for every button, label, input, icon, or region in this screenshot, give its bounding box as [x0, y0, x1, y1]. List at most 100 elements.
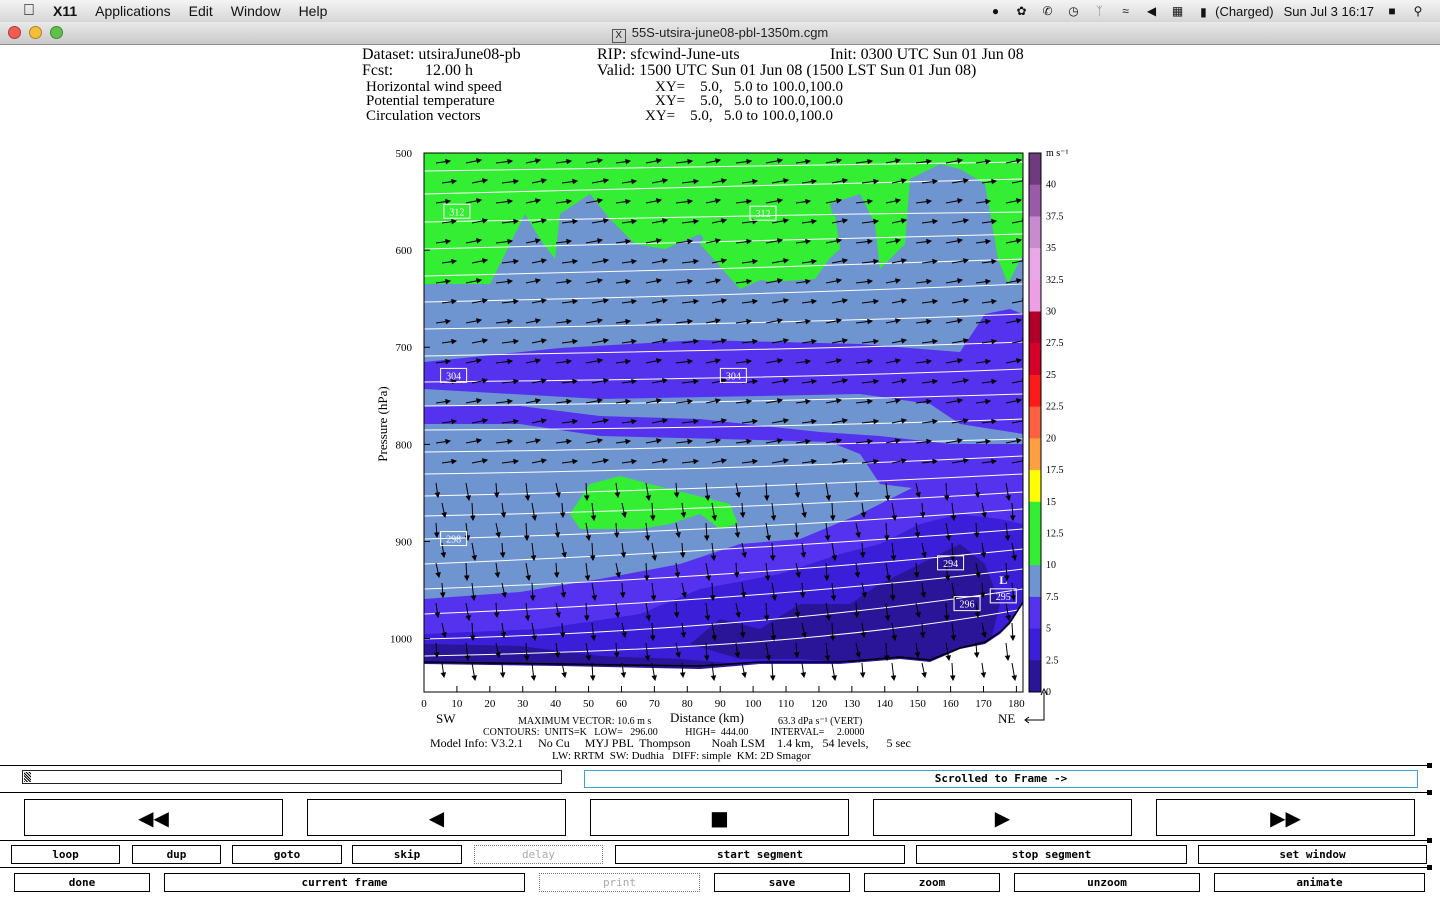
window-titlebar[interactable]: X 55S-utsira-june08-pbl-1350m.cgm	[0, 22, 1440, 45]
print-button[interactable]: print	[539, 873, 700, 892]
delay-button[interactable]: delay	[474, 845, 603, 864]
colorbar-level-label: 12.5	[1046, 528, 1064, 539]
volume-icon[interactable]: ◀	[1143, 4, 1159, 18]
footer-sw: SW	[436, 711, 456, 726]
footer-model-info-2: LW: RRTM SW: Dudhia DIFF: simple KM: 2D …	[552, 750, 811, 762]
header-field-2-xy: XY= 5.0, 5.0 to 100.0,100.0	[655, 93, 843, 109]
colorbar-level-label: 15	[1046, 497, 1056, 508]
colorbar-level-label: 35	[1046, 243, 1056, 254]
header-fcst-value: 12.00 h	[425, 62, 473, 79]
wifi-icon[interactable]: ≈	[1117, 4, 1133, 18]
menu-window[interactable]: Window	[222, 3, 290, 19]
phone-icon[interactable]: ✆	[1039, 4, 1055, 18]
battery-status[interactable]: ▮ (Charged)	[1195, 4, 1273, 19]
x-tick-label: 60	[616, 698, 628, 710]
footer-max-vector: MAXIMUM VECTOR: 10.6 m s	[518, 716, 651, 727]
y-tick-label: 700	[396, 342, 413, 354]
header-field-3: Circulation vectors	[366, 108, 481, 124]
frame-scrollbar-thumb[interactable]	[24, 772, 31, 782]
divider-handle[interactable]	[1427, 838, 1432, 843]
colorbar-swatch	[1029, 311, 1041, 344]
contour-label: 294	[943, 559, 958, 570]
divider-handle[interactable]	[1427, 865, 1432, 870]
colorbar-swatch	[1029, 596, 1041, 630]
stop-segment-button[interactable]: stop segment	[916, 845, 1187, 864]
colorbar-swatch	[1029, 470, 1041, 503]
save-button[interactable]: save	[714, 873, 850, 892]
time-machine-icon[interactable]: ◷	[1065, 4, 1081, 18]
menu-app-x11[interactable]: X11	[44, 3, 86, 19]
colorbar-level-label: 32.5	[1046, 275, 1064, 286]
frame-scrollbar[interactable]	[22, 770, 562, 784]
contour-label: 296	[960, 600, 975, 611]
colorbar-level-label: 25	[1046, 370, 1056, 381]
footer-model-info: Model Info: V3.2.1 No Cu MYJ PBL Thompso…	[430, 736, 911, 750]
set-window-button[interactable]: set window	[1198, 845, 1427, 864]
bluetooth-icon[interactable]: ᛉ	[1091, 4, 1107, 18]
done-button[interactable]: done	[14, 873, 150, 892]
menu-edit[interactable]: Edit	[180, 3, 222, 19]
window-title-text: 55S-utsira-june08-pbl-1350m.cgm	[631, 25, 829, 40]
colorbar-swatch	[1029, 216, 1041, 249]
menubar-clock[interactable]: Sun Jul 3 16:17	[1284, 4, 1374, 19]
fast-forward-button[interactable]: ▶▶	[1156, 799, 1415, 836]
divider-handle[interactable]	[1427, 790, 1432, 795]
start-segment-button[interactable]: start segment	[615, 845, 905, 864]
menu-applications[interactable]: Applications	[86, 3, 180, 19]
divider-mid	[0, 792, 1430, 793]
colorbar-swatch	[1029, 184, 1041, 217]
battery-icon: ▮	[1200, 4, 1207, 19]
x-tick-label: 10	[451, 698, 463, 710]
alien-status-icon[interactable]: ●	[987, 4, 1003, 18]
x-tick-label: 120	[811, 698, 828, 710]
colorbar-swatch	[1029, 153, 1041, 186]
rewind-button[interactable]: ◀◀	[24, 799, 283, 836]
spotlight-search-icon[interactable]: ⚲	[1410, 4, 1426, 18]
colorbar-level-label: 27.5	[1046, 338, 1064, 349]
colorbar-level-label: 2.5	[1046, 655, 1059, 666]
step-back-button[interactable]: ◀	[307, 799, 566, 836]
header-field-2: Potential temperature	[366, 93, 495, 109]
skip-button[interactable]: skip	[352, 845, 462, 864]
x-tick-label: 70	[649, 698, 661, 710]
colorbar-level-label: 40	[1046, 180, 1056, 191]
zoom-button[interactable]: zoom	[864, 873, 1000, 892]
menu-help[interactable]: Help	[290, 3, 337, 19]
footer-ne: NE	[998, 711, 1015, 726]
apple-menu-icon[interactable]: 	[14, 2, 44, 20]
colorbar-level-label: 37.5	[1046, 211, 1064, 222]
stop-button[interactable]: ■	[590, 799, 849, 836]
radio-tower-icon[interactable]: ✿	[1013, 4, 1029, 18]
colorbar-level-label: 20	[1046, 433, 1056, 444]
animate-button[interactable]: animate	[1214, 873, 1425, 892]
x-tick-label: 90	[715, 698, 727, 710]
play-button[interactable]: ▶	[873, 799, 1132, 836]
current-frame-button[interactable]: current frame	[164, 873, 525, 892]
x-tick-label: 140	[877, 698, 894, 710]
y-tick-label: 800	[396, 439, 413, 451]
calendar-icon[interactable]: ▦	[1169, 4, 1185, 18]
user-icon[interactable]: ■	[1384, 4, 1400, 18]
cross-section-plot: Dataset: utsiraJune08-pb RIP: sfcwind-Ju…	[362, 46, 1068, 762]
contour-label: 295	[996, 592, 1011, 603]
header-field-3-xy: XY= 5.0, 5.0 to 100.0,100.0	[645, 108, 833, 124]
low-marker-label: L	[999, 573, 1007, 587]
divider-bottom	[0, 867, 1430, 868]
y-tick-label: 900	[396, 536, 413, 548]
loop-button[interactable]: loop	[11, 845, 120, 864]
colorbar-swatch	[1029, 533, 1041, 566]
unzoom-button[interactable]: unzoom	[1014, 873, 1200, 892]
goto-button[interactable]: goto	[232, 845, 342, 864]
colorbar-level-label: 17.5	[1046, 465, 1064, 476]
colorbar-level-label: 22.5	[1046, 402, 1064, 413]
x-tick-label: 100	[745, 698, 762, 710]
x-axis-label: Distance (km)	[670, 710, 744, 725]
contour-label: 304	[446, 371, 461, 382]
divider-handle[interactable]	[1427, 763, 1432, 768]
dup-button[interactable]: dup	[132, 845, 221, 864]
header-rip: RIP: sfcwind-June-uts	[597, 46, 740, 63]
x-tick-label: 150	[909, 698, 926, 710]
header-init: Init: 0300 UTC Sun 01 Jun 08	[830, 46, 1024, 63]
colorbar-level-label: 5	[1046, 624, 1051, 635]
x-tick-label: 170	[975, 698, 992, 710]
